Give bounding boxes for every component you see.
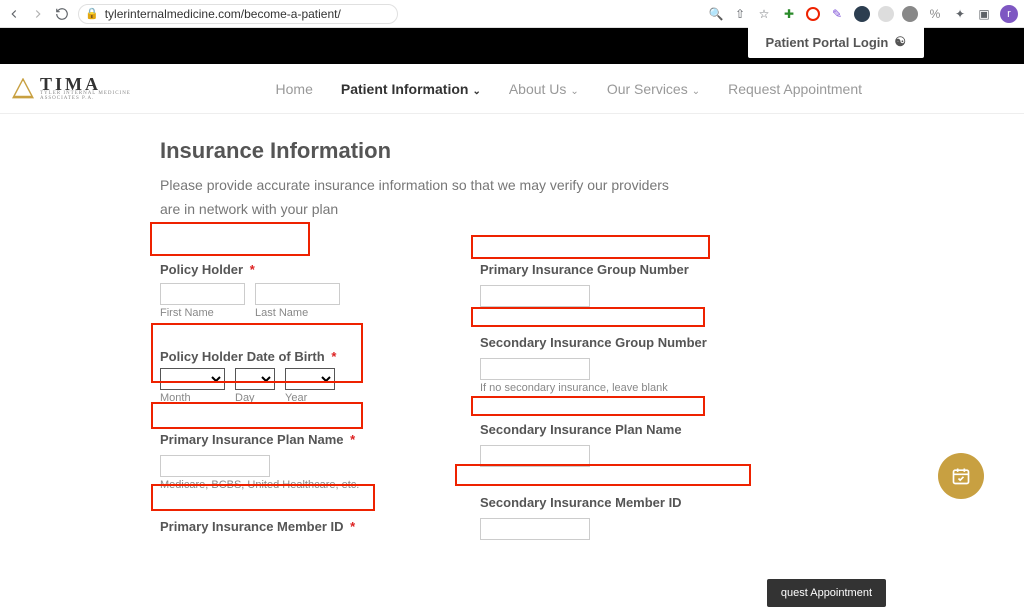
policy-holder-first-name-input[interactable]	[160, 283, 245, 305]
extension-pen-icon[interactable]: ✎	[828, 5, 846, 23]
last-name-sublabel: Last Name	[255, 307, 340, 319]
primary-plan-label: Primary Insurance Plan Name	[160, 432, 344, 447]
primary-plan-name-input[interactable]	[160, 455, 270, 477]
section-title: Insurance Information	[160, 138, 870, 164]
forward-icon[interactable]	[30, 6, 46, 22]
day-sublabel: Day	[235, 392, 275, 404]
right-blank-panel	[829, 114, 939, 568]
secondary-group-number-input[interactable]	[480, 358, 590, 380]
patient-portal-login-button[interactable]: Patient Portal Login ☯	[748, 26, 924, 58]
secondary-plan-name-input[interactable]	[480, 445, 590, 467]
primary-nav: Home Patient Information⌄ About Us⌄ Our …	[276, 81, 862, 97]
extension-plus-icon[interactable]: ✚	[780, 5, 798, 23]
chevron-down-icon: ⌄	[472, 86, 480, 97]
extension-red-circle-icon[interactable]	[806, 7, 820, 21]
nav-about-us[interactable]: About Us⌄	[509, 81, 579, 97]
zoom-icon[interactable]: 🔍	[708, 6, 724, 22]
floating-request-appointment-button[interactable]: quest Appointment	[767, 579, 886, 607]
site-header: TIMA TYLER INTERNAL MEDICINE ASSOCIATES …	[0, 64, 1024, 114]
profile-avatar[interactable]: r	[1000, 5, 1018, 23]
dob-label: Policy Holder Date of Birth	[160, 349, 325, 364]
patient-portal-login-label: Patient Portal Login	[766, 35, 889, 50]
url-text: tylerinternalmedicine.com/become-a-patie…	[105, 7, 341, 21]
nav-patient-information-label: Patient Information	[341, 81, 469, 97]
site-logo[interactable]: TIMA TYLER INTERNAL MEDICINE ASSOCIATES …	[12, 76, 131, 101]
top-black-band: Patient Portal Login ☯	[0, 28, 1024, 64]
extension-grey2-icon[interactable]	[902, 6, 918, 22]
star-icon[interactable]: ☆	[756, 6, 772, 22]
browser-chrome: 🔒 tylerinternalmedicine.com/become-a-pat…	[0, 0, 1024, 28]
extension-darkblue-icon[interactable]	[854, 6, 870, 22]
page-body: Insurance Information Please provide acc…	[0, 114, 1024, 568]
nav-patient-information[interactable]: Patient Information⌄	[341, 81, 481, 97]
extension-link-icon[interactable]: %	[926, 5, 944, 23]
form-right-column: Primary Insurance Group Number Secondary…	[480, 262, 780, 568]
field-secondary-plan-name: Secondary Insurance Plan Name	[480, 422, 780, 467]
share-icon[interactable]: ⇧	[732, 6, 748, 22]
field-primary-plan-name: Primary Insurance Plan Name * Medicare, …	[160, 432, 460, 491]
field-secondary-member-id: Secondary Insurance Member ID	[480, 495, 780, 540]
dob-year-select[interactable]	[285, 368, 335, 390]
first-name-sublabel: First Name	[160, 307, 245, 319]
required-asterisk: *	[331, 349, 336, 364]
address-bar[interactable]: 🔒 tylerinternalmedicine.com/become-a-pat…	[78, 4, 398, 24]
month-sublabel: Month	[160, 392, 225, 404]
secondary-group-hint: If no secondary insurance, leave blank	[480, 382, 780, 394]
required-asterisk: *	[350, 519, 355, 534]
dob-month-select[interactable]	[160, 368, 225, 390]
secondary-member-id-label: Secondary Insurance Member ID	[480, 495, 780, 510]
secondary-group-label: Secondary Insurance Group Number	[480, 335, 780, 350]
nav-our-services[interactable]: Our Services ⌄	[607, 81, 700, 97]
section-description: Please provide accurate insurance inform…	[160, 174, 680, 222]
primary-member-id-label: Primary Insurance Member ID	[160, 519, 344, 534]
field-policy-holder: Policy Holder * First Name Last Name	[160, 262, 460, 321]
nav-request-appointment[interactable]: Request Appointment	[728, 81, 862, 97]
insurance-form: Insurance Information Please provide acc…	[150, 138, 870, 568]
field-secondary-group-number: Secondary Insurance Group Number If no s…	[480, 335, 780, 394]
extensions-box-icon[interactable]: ▣	[976, 6, 992, 22]
required-asterisk: *	[350, 432, 355, 447]
nav-home[interactable]: Home	[276, 81, 313, 97]
primary-group-number-input[interactable]	[480, 285, 590, 307]
policy-holder-last-name-input[interactable]	[255, 283, 340, 305]
policy-holder-label: Policy Holder	[160, 262, 243, 277]
portal-login-icon: ☯	[894, 34, 906, 50]
field-primary-group-number: Primary Insurance Group Number	[480, 262, 780, 307]
nav-our-services-label: Our Services	[607, 81, 688, 97]
secondary-member-id-input[interactable]	[480, 518, 590, 540]
lock-icon: 🔒	[85, 7, 99, 20]
chevron-down-icon: ⌄	[570, 86, 578, 97]
field-primary-member-id: Primary Insurance Member ID *	[160, 519, 460, 536]
dob-day-select[interactable]	[235, 368, 275, 390]
primary-group-label: Primary Insurance Group Number	[480, 262, 780, 277]
year-sublabel: Year	[285, 392, 335, 404]
chevron-down-icon: ⌄	[692, 86, 700, 97]
nav-about-us-label: About Us	[509, 81, 567, 97]
back-icon[interactable]	[6, 6, 22, 22]
primary-plan-hint: Medicare, BCBS, United Healthcare, etc.	[160, 479, 460, 491]
required-asterisk: *	[250, 262, 255, 277]
extensions-puzzle-icon[interactable]: ✦	[952, 6, 968, 22]
calendar-fab[interactable]	[938, 453, 984, 499]
field-policy-holder-dob: Policy Holder Date of Birth * Month Day	[160, 349, 460, 404]
logo-tagline2: ASSOCIATES P.A.	[40, 97, 131, 102]
extension-grey1-icon[interactable]	[878, 6, 894, 22]
form-left-column: Policy Holder * First Name Last Name	[160, 262, 460, 568]
reload-icon[interactable]	[54, 6, 70, 22]
secondary-plan-label: Secondary Insurance Plan Name	[480, 422, 780, 437]
logo-mark-icon	[12, 78, 34, 100]
